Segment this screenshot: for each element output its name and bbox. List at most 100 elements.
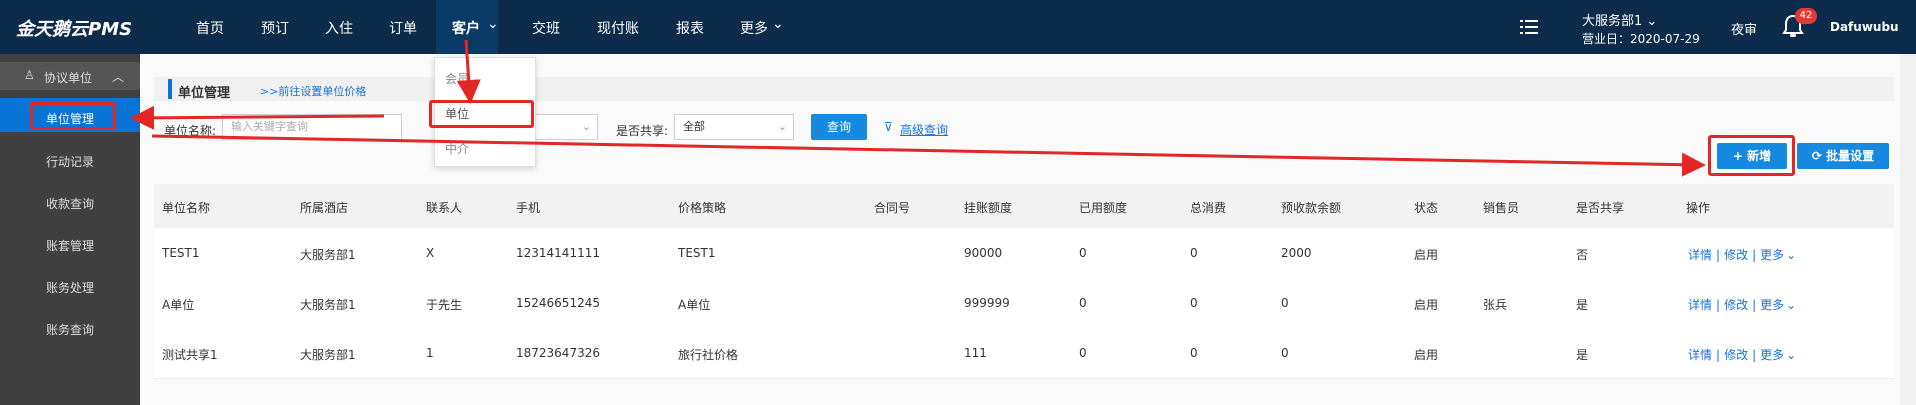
edit-link[interactable]: 修改 xyxy=(1724,348,1748,362)
separator: | xyxy=(1716,248,1721,262)
shared-select-value: 全部 xyxy=(683,120,705,133)
separator: | xyxy=(1752,298,1757,312)
title-accent-bar xyxy=(168,79,172,99)
col-header-credit-limit: 挂账额度 xyxy=(964,201,1013,215)
shared-label: 是否共享: xyxy=(616,124,669,138)
cell-name: A单位 xyxy=(162,298,195,312)
cell-name: 测试共享1 xyxy=(162,348,218,362)
filter-icon: ⊽ xyxy=(884,120,893,134)
nav-cash-account[interactable]: 现付账 xyxy=(597,18,639,38)
cell-used-credit: 0 xyxy=(1079,296,1087,310)
chevron-down-icon: ⌄ xyxy=(777,120,787,133)
annotation-box-sidebar-item xyxy=(30,102,116,130)
filter-select[interactable]: ⌄ xyxy=(530,114,598,140)
col-header-total-spend: 总消费 xyxy=(1190,201,1227,215)
app-logo: 金天鹅云PMS xyxy=(16,19,133,40)
nav-more[interactable]: 更多 xyxy=(740,18,768,38)
detail-link[interactable]: 详情 xyxy=(1688,248,1712,262)
col-header-status: 状态 xyxy=(1414,201,1439,215)
cell-total-spend: 0 xyxy=(1190,346,1198,360)
hotel-selector[interactable]: 大服务部1 ⌄ xyxy=(1582,10,1657,29)
more-link[interactable]: 更多 xyxy=(1760,248,1784,262)
cell-prepaid-balance: 0 xyxy=(1281,346,1289,360)
price-settings-link[interactable]: >>前往设置单位价格 xyxy=(260,83,366,99)
cell-price-policy: 旅行社价格 xyxy=(678,348,739,362)
col-header-actions: 操作 xyxy=(1686,201,1711,215)
sidebar-item-action-log[interactable]: 行动记录 xyxy=(0,153,140,170)
search-button[interactable]: 查询 xyxy=(811,114,867,140)
sidebar-item-account-query[interactable]: 账务查询 xyxy=(0,321,140,338)
nav-checkin[interactable]: 入住 xyxy=(325,18,353,38)
cell-credit-limit: 111 xyxy=(964,346,987,360)
nav-home[interactable]: 首页 xyxy=(196,18,224,38)
cell-total-spend: 0 xyxy=(1190,296,1198,310)
cell-used-credit: 0 xyxy=(1079,346,1087,360)
menu-item-member[interactable]: 会员 xyxy=(445,70,469,87)
edit-link[interactable]: 修改 xyxy=(1724,248,1748,262)
page-title: 单位管理 xyxy=(178,86,231,101)
cell-credit-limit: 999999 xyxy=(964,296,1010,310)
nav-customers[interactable]: 客户 xyxy=(452,18,480,38)
menu-item-agent[interactable]: 中介 xyxy=(445,140,469,157)
cell-prepaid-balance: 0 xyxy=(1281,296,1289,310)
col-header-price-policy: 价格策略 xyxy=(678,201,727,215)
col-header-shared: 是否共享 xyxy=(1576,201,1625,215)
col-header-salesperson: 销售员 xyxy=(1483,201,1520,215)
detail-link[interactable]: 详情 xyxy=(1688,348,1712,362)
batch-settings-button[interactable]: ⟳ 批量设置 xyxy=(1797,143,1889,169)
cell-shared: 否 xyxy=(1576,248,1589,262)
cell-hotel: 大服务部1 xyxy=(300,348,356,362)
cell-contact: 于先生 xyxy=(426,298,463,312)
col-header-contact: 联系人 xyxy=(426,201,463,215)
table-row: TEST1 大服务部1 X 12314141111 TEST1 90000 0 0 2000 启用… xyxy=(154,228,1894,279)
list-menu-icon[interactable] xyxy=(1520,20,1538,34)
annotation-box-add-button xyxy=(1708,135,1795,176)
more-link[interactable]: 更多 xyxy=(1760,348,1784,362)
annotation-box-unit-menu xyxy=(429,100,534,128)
col-header-phone: 手机 xyxy=(516,201,541,215)
sidebar-item-ledger-management[interactable]: 账套管理 xyxy=(0,237,140,254)
chevron-down-icon: ⌄ xyxy=(1786,348,1797,362)
edit-link[interactable]: 修改 xyxy=(1724,298,1748,312)
cell-price-policy: TEST1 xyxy=(678,246,716,260)
sidebar-item-accounting[interactable]: 账务处理 xyxy=(0,279,140,296)
nav-orders[interactable]: 订单 xyxy=(389,18,417,38)
row-actions: 详情 | 修改 | 更多 ⌄ xyxy=(1686,346,1796,363)
cell-phone: 18723647326 xyxy=(516,346,600,360)
vertical-scrollbar[interactable] xyxy=(1900,54,1916,405)
batch-settings-label: 批量设置 xyxy=(1826,149,1875,163)
cell-shared: 是 xyxy=(1576,298,1589,312)
sidebar-group-agreement-units[interactable]: ♙ 协议单位 ︿ xyxy=(0,62,140,90)
cell-total-spend: 0 xyxy=(1190,246,1198,260)
top-navigation-bar: 金天鹅云PMS 首页 预订 入住 订单 客户 ⌄ 交班 现付账 报表 更多 ⌄ … xyxy=(0,0,1916,54)
chevron-down-icon: ⌄ xyxy=(487,16,499,32)
col-header-contract: 合同号 xyxy=(874,201,911,215)
unit-name-input[interactable]: 输入关键字查询 xyxy=(222,114,402,140)
more-link[interactable]: 更多 xyxy=(1760,298,1784,312)
nav-shift[interactable]: 交班 xyxy=(532,18,560,38)
separator: | xyxy=(1752,348,1757,362)
username[interactable]: Dafuwubu xyxy=(1830,20,1899,34)
col-header-hotel: 所属酒店 xyxy=(300,201,349,215)
cell-used-credit: 0 xyxy=(1079,246,1087,260)
col-header-prepaid-balance: 预收款余额 xyxy=(1281,201,1342,215)
nav-reports[interactable]: 报表 xyxy=(676,18,704,38)
row-actions: 详情 | 修改 | 更多 ⌄ xyxy=(1686,246,1796,263)
chevron-down-icon: ⌄ xyxy=(581,120,591,133)
user-icon: ♙ xyxy=(24,68,35,82)
table-row: A单位 大服务部1 于先生 15246651245 A单位 999999 0 0 0 启用 张兵 是 详… xyxy=(154,278,1894,329)
nav-reservation[interactable]: 预订 xyxy=(261,18,289,38)
advanced-search-link[interactable]: 高级查询 xyxy=(900,121,948,138)
chevron-down-icon: ⌄ xyxy=(772,16,784,32)
cell-name: TEST1 xyxy=(162,246,200,260)
cell-phone: 12314141111 xyxy=(516,246,600,260)
sidebar-item-payment-query[interactable]: 收款查询 xyxy=(0,195,140,212)
cell-status: 启用 xyxy=(1414,298,1439,312)
separator: | xyxy=(1716,348,1721,362)
chevron-down-icon: ⌄ xyxy=(1786,248,1797,262)
detail-link[interactable]: 详情 xyxy=(1688,298,1712,312)
night-audit-button[interactable]: 夜审 xyxy=(1731,19,1757,38)
notification-badge: 42 xyxy=(1795,8,1817,24)
shared-select[interactable]: 全部 ⌄ xyxy=(674,114,794,140)
cell-price-policy: A单位 xyxy=(678,298,711,312)
